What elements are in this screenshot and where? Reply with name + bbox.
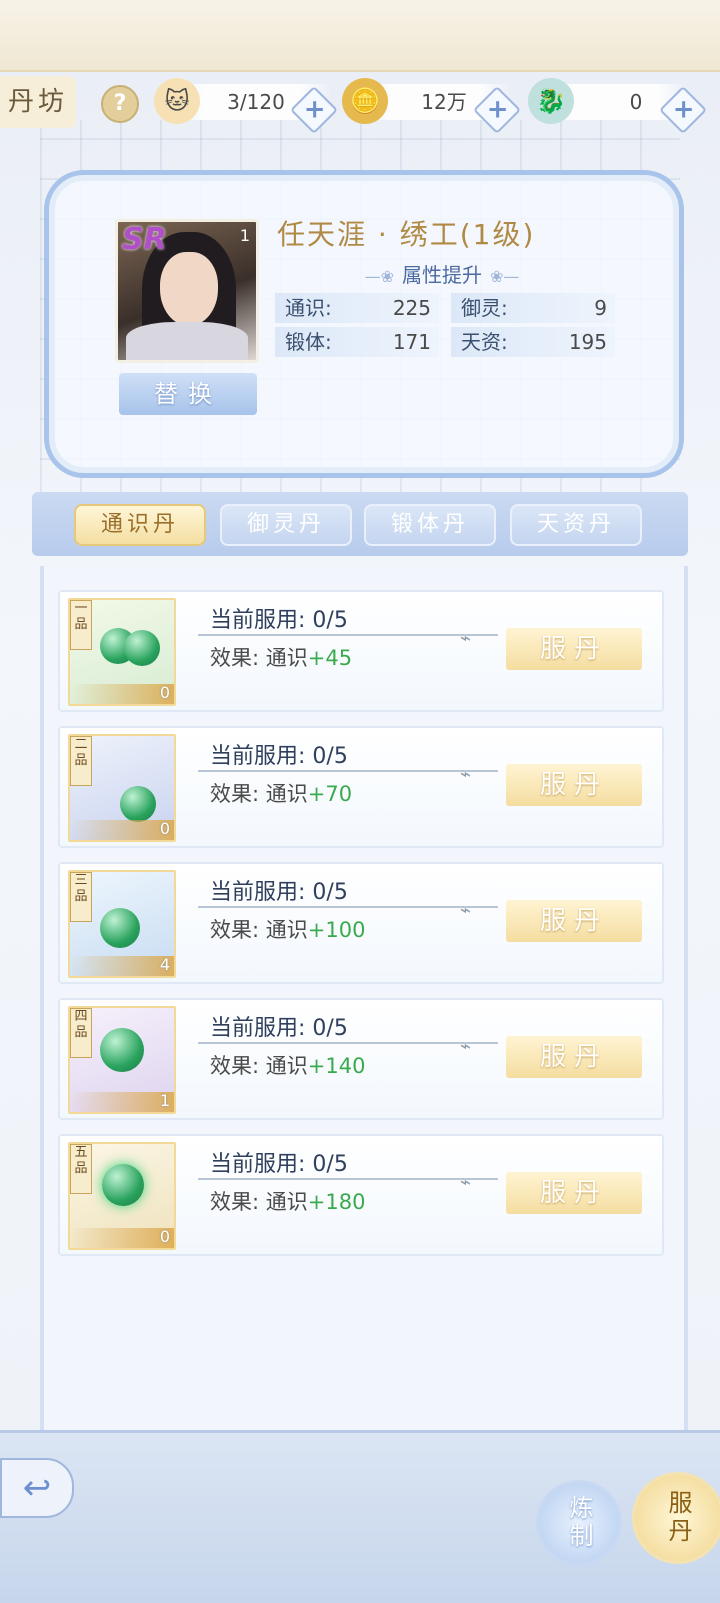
grade-tag: 二品 bbox=[70, 736, 92, 786]
top-decoration bbox=[0, 0, 720, 72]
grade-tag: 四品 bbox=[70, 1008, 92, 1058]
pill-count: 0 bbox=[159, 683, 170, 702]
top-bar: 丹坊 ? 🐱 3/120 + 🪙 12万 + 🐉 0 + bbox=[0, 76, 720, 135]
pill-item-grade-2: 二品 0 当前服用: 0/5 ⌁ 效果: 通识+70 服丹 bbox=[58, 726, 664, 848]
stat-yuling: 御灵: 9 bbox=[451, 293, 615, 323]
take-pill-button[interactable]: 服丹 bbox=[506, 628, 642, 670]
taken-count: 当前服用: 0/5 bbox=[210, 744, 348, 769]
stat-tongshi: 通识: 225 bbox=[275, 293, 439, 323]
grade-tag: 五品 bbox=[70, 1144, 92, 1194]
pill-icon: 四品 1 bbox=[68, 1006, 176, 1114]
pill-type-tabs: 通识丹 御灵丹 锻体丹 天资丹 bbox=[32, 492, 688, 556]
effect-text: 效果: 通识+100 bbox=[210, 918, 366, 942]
pill-count: 0 bbox=[159, 819, 170, 838]
take-pill-button[interactable]: 服丹 bbox=[506, 764, 642, 806]
taken-count: 当前服用: 0/5 bbox=[210, 608, 348, 633]
hero-name: 任天涯 · 绣工(1级) bbox=[277, 218, 536, 251]
cloud-curl-icon: ⌁ bbox=[460, 900, 471, 921]
cat-face-icon: 🐱 bbox=[154, 78, 200, 124]
swap-button[interactable]: 替换 bbox=[119, 373, 257, 415]
hero-card: SR 1 替换 任天涯 · 绣工(1级) —❀ 属性提升 ❀— 通识: 225 御灵… bbox=[44, 170, 684, 478]
effect-text: 效果: 通识+140 bbox=[210, 1054, 366, 1078]
take-pill-button[interactable]: 服丹 bbox=[506, 1172, 642, 1214]
tab-tianzi[interactable]: 天资丹 bbox=[510, 504, 642, 546]
tab-duanti[interactable]: 锻体丹 bbox=[364, 504, 496, 546]
stat-tianzi: 天资: 195 bbox=[451, 327, 615, 357]
cloud-curl-icon: ⌁ bbox=[460, 1172, 471, 1193]
stat-duanti: 锻体: 171 bbox=[275, 327, 439, 357]
pill-icon: 二品 0 bbox=[68, 734, 176, 842]
tab-tongshi[interactable]: 通识丹 bbox=[74, 504, 206, 546]
pill-list: 一品 0 当前服用: 0/5 ⌁ 效果: 通识+45 服丹 二品 0 当前服用:… bbox=[40, 566, 688, 1466]
rarity-badge: SR bbox=[122, 222, 167, 257]
pill-icon: 一品 0 bbox=[68, 598, 176, 706]
flower-ornament-icon: ❀— bbox=[490, 267, 520, 286]
effect-text: 效果: 通识+70 bbox=[210, 782, 353, 806]
page-title: 丹坊 bbox=[0, 76, 76, 128]
pill-item-grade-1: 一品 0 当前服用: 0/5 ⌁ 效果: 通识+45 服丹 bbox=[58, 590, 664, 712]
pill-count: 1 bbox=[159, 1091, 170, 1110]
cloud-curl-icon: ⌁ bbox=[460, 628, 471, 649]
pill-item-grade-3: 三品 4 当前服用: 0/5 ⌁ 效果: 通识+100 服丹 bbox=[58, 862, 664, 984]
stamina-value: 3/120 bbox=[227, 90, 285, 114]
pill-icon: 五品 0 bbox=[68, 1142, 176, 1250]
back-button[interactable]: ↩ bbox=[0, 1458, 74, 1518]
tab-yuling[interactable]: 御灵丹 bbox=[220, 504, 352, 546]
grade-tag: 三品 bbox=[70, 872, 92, 922]
grade-tag: 一品 bbox=[70, 600, 92, 650]
effect-text: 效果: 通识+45 bbox=[210, 646, 353, 670]
taken-count: 当前服用: 0/5 bbox=[210, 1016, 348, 1041]
attribute-section-title: —❀ 属性提升 ❀— bbox=[364, 263, 520, 287]
flower-ornament-icon: —❀ bbox=[364, 267, 394, 286]
take-pill-button[interactable]: 服丹 bbox=[506, 900, 642, 942]
refine-button[interactable]: 炼制 bbox=[536, 1480, 622, 1566]
pill-icon: 三品 4 bbox=[68, 870, 176, 978]
portrait-level: 1 bbox=[239, 226, 250, 245]
take-all-button[interactable]: 服丹 bbox=[632, 1472, 720, 1564]
take-pill-button[interactable]: 服丹 bbox=[506, 1036, 642, 1078]
pill-item-grade-4: 四品 1 当前服用: 0/5 ⌁ 效果: 通识+140 服丹 bbox=[58, 998, 664, 1120]
coin-icon: 🪙 bbox=[342, 78, 388, 124]
cloud-curl-icon: ⌁ bbox=[460, 764, 471, 785]
hero-portrait[interactable]: SR 1 bbox=[115, 219, 259, 363]
taken-count: 当前服用: 0/5 bbox=[210, 1152, 348, 1177]
help-button[interactable]: ? bbox=[101, 85, 139, 123]
cloud-curl-icon: ⌁ bbox=[460, 1036, 471, 1057]
pill-count: 4 bbox=[159, 955, 170, 974]
pill-count: 0 bbox=[159, 1227, 170, 1246]
pill-item-grade-5: 五品 0 当前服用: 0/5 ⌁ 效果: 通识+180 服丹 bbox=[58, 1134, 664, 1256]
jade-dragon-icon: 🐉 bbox=[528, 78, 574, 124]
taken-count: 当前服用: 0/5 bbox=[210, 880, 348, 905]
effect-text: 效果: 通识+180 bbox=[210, 1190, 366, 1214]
